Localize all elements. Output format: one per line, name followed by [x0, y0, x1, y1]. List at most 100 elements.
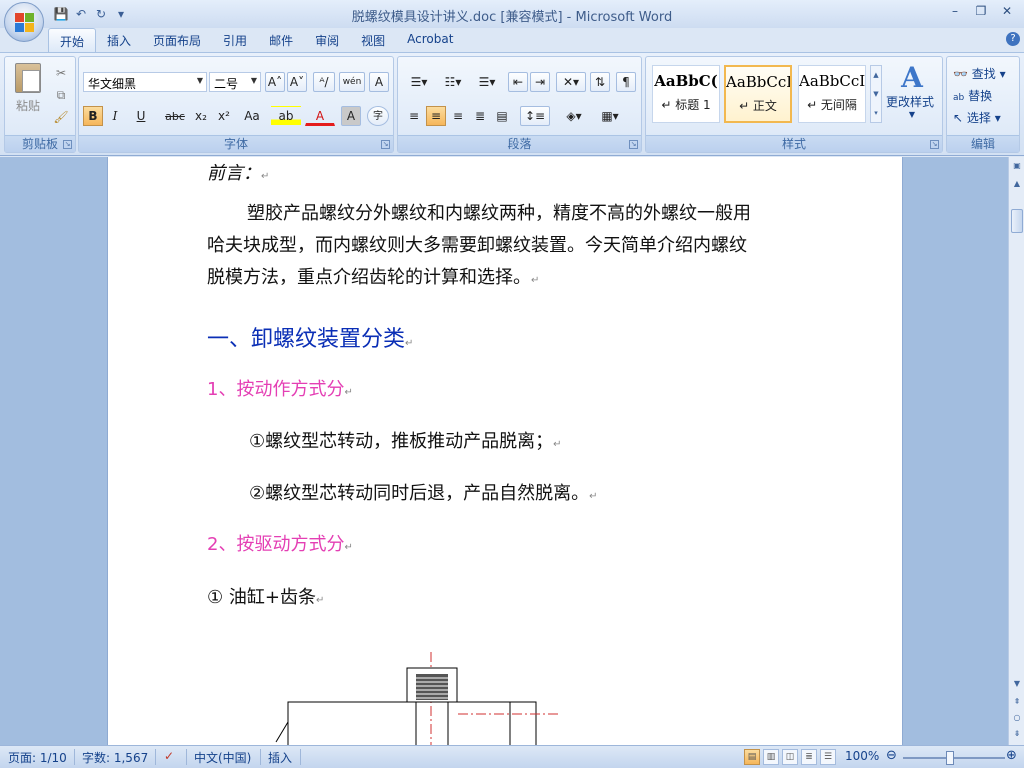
- change-styles-button[interactable]: A 更改样式 ▼: [886, 63, 938, 120]
- style-no-spacing[interactable]: AaBbCcI ↵ 无间隔: [798, 65, 866, 123]
- highlight-button[interactable]: ab: [271, 106, 301, 126]
- scroll-up-icon[interactable]: ▲: [1010, 177, 1024, 191]
- style-normal[interactable]: AaBbCcI ↵ 正文: [724, 65, 792, 123]
- tab-references[interactable]: 引用: [212, 28, 258, 52]
- increase-indent-icon[interactable]: ⇥: [530, 72, 550, 92]
- bold-button[interactable]: B: [83, 106, 103, 126]
- list-item: ②螺纹型芯转动同时后退，产品自然脱离。↵: [249, 479, 598, 505]
- zoom-slider-thumb[interactable]: [946, 751, 954, 765]
- sort-icon[interactable]: ⇅: [590, 72, 610, 92]
- next-page-icon[interactable]: ⇟: [1010, 727, 1024, 741]
- tab-review[interactable]: 审阅: [304, 28, 350, 52]
- phonetic-guide-button[interactable]: wén: [339, 72, 365, 92]
- align-center-icon[interactable]: ≡: [426, 106, 446, 126]
- paragraph-group-label: 段落: [398, 135, 641, 152]
- clipboard-group: 粘贴 ✂ ⧉ 🖌 剪贴板 ↘: [4, 56, 76, 153]
- change-case-button[interactable]: Aa: [237, 106, 267, 126]
- underline-button[interactable]: U: [127, 106, 155, 126]
- character-border-button[interactable]: A: [369, 72, 389, 92]
- office-button[interactable]: [4, 2, 44, 42]
- text-run: ①螺纹型芯转动，推板推动产品脱离；: [249, 431, 554, 452]
- previous-page-icon[interactable]: ⇞: [1010, 695, 1024, 709]
- editing-group: 👓 查找 ▾ ab 替换 ↖ 选择 ▾ 编辑: [946, 56, 1020, 153]
- select-browse-object-icon[interactable]: ○: [1010, 711, 1024, 725]
- align-left-icon[interactable]: ≡: [404, 106, 424, 126]
- line-spacing-icon[interactable]: ↕≡: [520, 106, 550, 126]
- language-indicator[interactable]: 中文(中国): [194, 749, 251, 766]
- zoom-slider-track[interactable]: [903, 757, 1005, 759]
- ruler-toggle-icon[interactable]: ▣: [1010, 159, 1024, 173]
- subscript-button[interactable]: x₂: [191, 106, 211, 126]
- shading-icon[interactable]: ◈▾: [558, 106, 590, 126]
- page-indicator[interactable]: 页面: 1/10: [8, 749, 67, 766]
- scroll-thumb[interactable]: [1011, 209, 1023, 233]
- select-button[interactable]: ↖ 选择 ▾: [953, 109, 1001, 126]
- tab-view[interactable]: 视图: [350, 28, 396, 52]
- tab-home[interactable]: 开始: [48, 28, 97, 52]
- italic-button[interactable]: I: [105, 106, 125, 126]
- font-color-button[interactable]: A: [305, 106, 335, 126]
- style-sample: AaBbC(: [654, 72, 718, 90]
- multilevel-list-icon[interactable]: ☰▾: [472, 72, 502, 92]
- web-layout-view-icon[interactable]: ◫: [782, 749, 798, 765]
- close-button[interactable]: ✕: [996, 4, 1018, 22]
- replace-button[interactable]: ab 替换: [953, 87, 992, 104]
- asian-layout-icon[interactable]: ✕▾: [556, 72, 586, 92]
- ribbon-tabs: 开始 插入 页面布局 引用 邮件 审阅 视图 Acrobat: [48, 28, 464, 52]
- outline-view-icon[interactable]: ≣: [801, 749, 817, 765]
- print-layout-view-icon[interactable]: ▤: [744, 749, 760, 765]
- tab-insert[interactable]: 插入: [96, 28, 142, 52]
- font-size-combo[interactable]: 二号 ▼: [209, 72, 261, 92]
- clipboard-launcher-icon[interactable]: ↘: [63, 140, 72, 149]
- word-count[interactable]: 字数: 1,567: [82, 749, 148, 766]
- distributed-icon[interactable]: ▤: [492, 106, 512, 126]
- full-screen-reading-icon[interactable]: ▥: [763, 749, 779, 765]
- copy-icon[interactable]: ⧉: [53, 87, 69, 103]
- format-painter-icon[interactable]: 🖌: [53, 109, 69, 125]
- borders-icon[interactable]: ▦▾: [594, 106, 626, 126]
- align-right-icon[interactable]: ≡: [448, 106, 468, 126]
- document-page[interactable]: 前言：↵ 塑胶产品螺纹分外螺纹和内螺纹两种，精度不高的外螺纹一般用 哈夫块成型，…: [107, 157, 903, 745]
- scroll-down-icon[interactable]: ▼: [1010, 677, 1024, 691]
- tab-page-layout[interactable]: 页面布局: [142, 28, 212, 52]
- character-shading-button[interactable]: A: [341, 106, 361, 126]
- draft-view-icon[interactable]: ☰: [820, 749, 836, 765]
- tab-mailings[interactable]: 邮件: [258, 28, 304, 52]
- paragraph-intro-line1: 塑胶产品螺纹分外螺纹和内螺纹两种，精度不高的外螺纹一般用: [247, 199, 751, 225]
- find-button[interactable]: 👓 查找 ▾: [953, 65, 1006, 82]
- text-run: ②螺纹型芯转动同时后退，产品自然脱离。: [249, 483, 590, 504]
- clear-format-button[interactable]: ᴬ/: [313, 72, 335, 92]
- zoom-level[interactable]: 100%: [845, 749, 879, 763]
- show-marks-icon[interactable]: ¶: [616, 72, 636, 92]
- paragraph-preface: 前言：↵: [207, 159, 269, 185]
- vertical-scrollbar[interactable]: ▣ ▲ ▼ ⇞ ○ ⇟: [1008, 157, 1024, 745]
- superscript-button[interactable]: x²: [213, 106, 235, 126]
- font-name-combo[interactable]: 华文细黑 ▼: [83, 72, 207, 92]
- minimize-button[interactable]: –: [944, 4, 966, 22]
- insert-mode-indicator[interactable]: 插入: [268, 749, 292, 766]
- strikethrough-button[interactable]: abc: [161, 106, 189, 126]
- enclose-character-button[interactable]: 字: [367, 106, 389, 126]
- zoom-in-icon[interactable]: ⊕: [1006, 748, 1017, 763]
- tab-acrobat[interactable]: Acrobat: [396, 28, 464, 52]
- paste-button[interactable]: 粘贴: [11, 61, 45, 131]
- justify-icon[interactable]: ≣: [470, 106, 490, 126]
- numbering-icon[interactable]: ☷▾: [438, 72, 468, 92]
- style-heading1[interactable]: AaBbC( ↵ 标题 1: [652, 65, 720, 123]
- decrease-indent-icon[interactable]: ⇤: [508, 72, 528, 92]
- text-run: 脱模方法，重点介绍齿轮的计算和选择。: [207, 267, 531, 288]
- styles-group-label: 样式: [646, 135, 942, 152]
- styles-scroll[interactable]: ▲ ▼ ▾: [870, 65, 882, 123]
- styles-launcher-icon[interactable]: ↘: [930, 140, 939, 149]
- zoom-out-icon[interactable]: ⊖: [886, 748, 897, 763]
- help-icon[interactable]: ?: [1006, 32, 1020, 46]
- font-launcher-icon[interactable]: ↘: [381, 140, 390, 149]
- paragraph-launcher-icon[interactable]: ↘: [629, 140, 638, 149]
- grow-font-button[interactable]: A˄: [265, 72, 285, 92]
- bullets-icon[interactable]: ☰▾: [404, 72, 434, 92]
- window-controls: – ❐ ✕: [944, 4, 1018, 22]
- proofing-icon[interactable]: ✓: [164, 749, 174, 763]
- cut-icon[interactable]: ✂: [53, 65, 69, 81]
- shrink-font-button[interactable]: A˅: [287, 72, 307, 92]
- restore-button[interactable]: ❐: [970, 4, 992, 22]
